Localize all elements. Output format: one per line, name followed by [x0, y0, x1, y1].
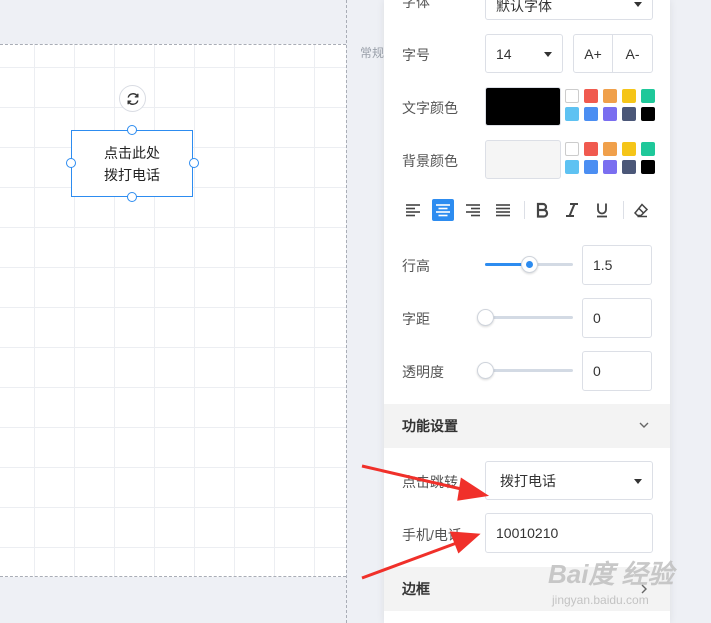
color-swatch[interactable]: [622, 142, 636, 156]
watermark-url: jingyan.baidu.com: [552, 593, 649, 607]
color-swatch[interactable]: [565, 107, 579, 121]
resize-handle-top[interactable]: [127, 125, 137, 135]
resize-handle-left[interactable]: [66, 158, 76, 168]
watermark-logo-text: Bai度 经验: [548, 559, 674, 589]
canvas-page[interactable]: [0, 44, 346, 577]
click-action-value: 拨打电话: [500, 472, 556, 489]
phone-label: 手机/电话: [402, 527, 462, 543]
line-height-slider[interactable]: [485, 256, 573, 273]
color-swatch[interactable]: [565, 160, 579, 174]
click-action-select[interactable]: 拨打电话: [485, 461, 653, 500]
canvas-boundary-line: [346, 0, 347, 623]
function-settings-header[interactable]: 功能设置: [384, 404, 670, 448]
color-swatch[interactable]: [641, 89, 655, 103]
rotate-handle[interactable]: [119, 85, 146, 112]
color-swatch[interactable]: [584, 160, 598, 174]
color-swatch[interactable]: [603, 160, 617, 174]
align-left-icon: [406, 204, 420, 217]
underline-icon: [597, 203, 607, 218]
underline-button[interactable]: [591, 199, 613, 221]
baidu-jingyan-watermark: Bai度 经验 jingyan.baidu.com: [548, 548, 708, 608]
toolbar-divider: [524, 201, 525, 219]
rotate-icon: [127, 92, 139, 105]
line-height-input[interactable]: 1.5: [582, 245, 652, 285]
opacity-slider[interactable]: [477, 362, 573, 379]
font-family-label: 字体: [402, 0, 430, 10]
align-right-button[interactable]: [462, 199, 484, 221]
opacity-slider-knob[interactable]: [477, 362, 494, 379]
letter-spacing-input[interactable]: 0: [582, 298, 652, 338]
align-right-icon: [466, 204, 480, 217]
color-swatch[interactable]: [622, 89, 636, 103]
chevron-down-icon: [639, 422, 649, 428]
phone-call-text-widget[interactable]: 点击此处 拨打电话: [71, 130, 193, 197]
opacity-input[interactable]: 0: [582, 351, 652, 391]
color-swatch[interactable]: [603, 89, 617, 103]
color-swatch[interactable]: [584, 89, 598, 103]
font-size-select[interactable]: 14: [485, 34, 563, 73]
color-swatch[interactable]: [641, 160, 655, 174]
bg-color-preview[interactable]: [485, 140, 561, 179]
letter-spacing-slider[interactable]: [477, 309, 573, 326]
resize-handle-bottom[interactable]: [127, 192, 137, 202]
font-family-select[interactable]: 默认字体: [485, 0, 653, 20]
click-action-label: 点击跳转: [402, 474, 458, 490]
italic-icon: [566, 203, 578, 217]
border-settings-title: 边框: [402, 581, 430, 597]
widget-text-line-2: 拨打电话: [104, 166, 160, 183]
chevron-down-icon: [634, 2, 642, 7]
color-swatch[interactable]: [565, 89, 579, 103]
color-swatch[interactable]: [641, 107, 655, 121]
properties-panel: 字体 默认字体 字号 14 A+ A- 文字颜色 背景颜色 行高 1.5 字距 …: [384, 0, 670, 623]
chevron-down-icon: [634, 478, 642, 484]
align-center-icon: [436, 204, 450, 217]
text-format-toolbar: [402, 199, 660, 221]
line-height-label: 行高: [402, 258, 430, 274]
side-label: 常规: [360, 46, 385, 60]
widget-text-line-1: 点击此处: [104, 144, 160, 161]
eraser-icon: [633, 203, 649, 218]
align-justify-button[interactable]: [492, 199, 514, 221]
italic-button[interactable]: [561, 199, 583, 221]
font-size-value: 14: [496, 45, 512, 62]
toolbar-divider: [623, 201, 624, 219]
letter-spacing-slider-knob[interactable]: [477, 309, 494, 326]
bold-button[interactable]: [531, 199, 553, 221]
text-color-preview[interactable]: [485, 87, 561, 126]
bold-icon: [536, 202, 549, 218]
color-swatch[interactable]: [584, 107, 598, 121]
clear-format-button[interactable]: [630, 199, 652, 221]
color-swatch[interactable]: [584, 142, 598, 156]
bg-color-label: 背景颜色: [402, 153, 458, 169]
color-swatch[interactable]: [603, 142, 617, 156]
align-justify-icon: [496, 204, 510, 217]
color-swatch[interactable]: [622, 160, 636, 174]
text-color-label: 文字颜色: [402, 100, 458, 116]
font-family-value: 默认字体: [496, 0, 552, 14]
align-left-button[interactable]: [402, 199, 424, 221]
function-settings-title: 功能设置: [402, 418, 458, 434]
letter-spacing-label: 字距: [402, 311, 430, 327]
align-center-button[interactable]: [432, 199, 454, 221]
opacity-label: 透明度: [402, 364, 444, 380]
decrease-font-button[interactable]: A-: [612, 34, 653, 73]
color-swatch[interactable]: [641, 142, 655, 156]
chevron-down-icon: [544, 51, 552, 57]
text-color-swatches: [565, 89, 655, 121]
color-swatch[interactable]: [622, 107, 636, 121]
color-swatch[interactable]: [565, 142, 579, 156]
line-height-slider-knob[interactable]: [521, 256, 538, 273]
resize-handle-right[interactable]: [189, 158, 199, 168]
phone-input[interactable]: 10010210: [485, 513, 653, 553]
bg-color-swatches: [565, 142, 655, 174]
color-swatch[interactable]: [603, 107, 617, 121]
increase-font-button[interactable]: A+: [573, 34, 613, 73]
font-size-label: 字号: [402, 47, 430, 63]
